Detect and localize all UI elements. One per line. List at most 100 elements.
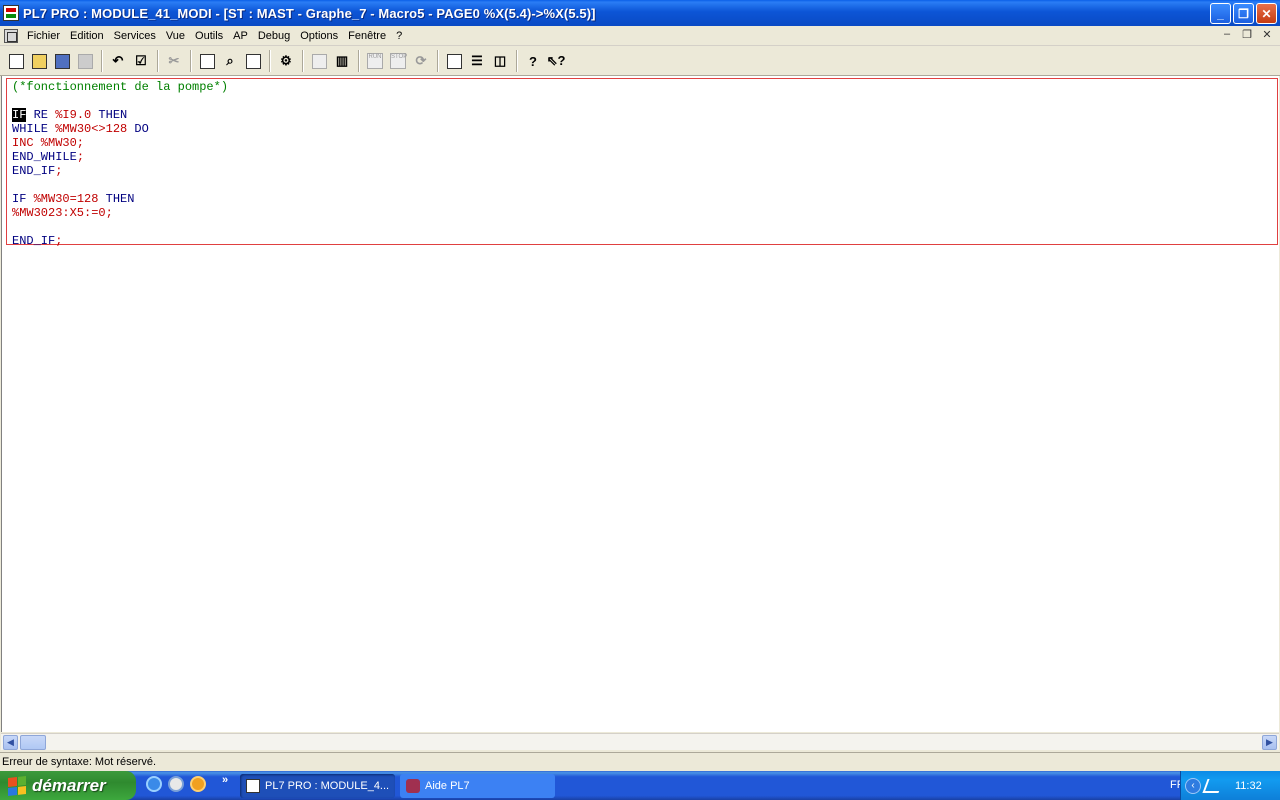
menu-bar: Fichier Edition Services Vue Outils AP D… [0,26,1280,46]
validate-check-icon: ☑ [135,53,147,68]
config-button[interactable]: ⚙ [275,50,297,72]
arrow-right-icon: ▶ [1266,737,1273,747]
st-editor[interactable]: (*fonctionnement de la pompe*) IF RE %I9.… [1,76,1279,732]
undo-icon: ↶ [112,53,124,68]
tray-expand-icon[interactable]: ‹ [1185,777,1201,794]
bars-button[interactable]: ▥ [331,50,353,72]
doc-restore-icon[interactable]: ❐ [1240,28,1254,41]
scroll-right-button[interactable]: ▶ [1262,735,1277,750]
tile-vertical-icon: ◫ [493,53,507,68]
code-token: THEN [91,108,128,122]
menu-vue[interactable]: Vue [161,30,190,42]
windows-flag-icon [8,775,26,796]
menu-options[interactable]: Options [295,30,343,42]
pl7-app-icon[interactable] [3,5,19,21]
menu-outils[interactable]: Outils [190,30,228,42]
code-token: INC %MW30; [12,136,85,150]
title-bar[interactable]: PL7 PRO : MODULE_41_MODI - [ST : MAST - … [0,0,1280,26]
code-line[interactable]: %MW3023:X5:=0; [12,206,113,220]
run-button[interactable]: RUN [364,50,386,72]
calculator-button[interactable] [196,50,218,72]
menu-ap[interactable]: AP [228,30,253,42]
validate-button[interactable]: ☑ [130,50,152,72]
toolbar-separator [437,50,439,72]
config-icon: ⚙ [280,53,292,68]
menu-help[interactable]: ? [391,30,407,42]
media-player-icon[interactable] [190,776,206,792]
toolbar-separator [358,50,360,72]
doc-minimize-icon[interactable]: ‒ [1220,28,1234,41]
menu-debug[interactable]: Debug [253,30,295,42]
print-icon [77,53,93,69]
tile-horizontal-icon: ☰ [471,53,483,68]
status-message: Erreur de syntaxe: Mot réservé. [2,756,157,768]
init-button[interactable]: ⟳ [410,50,432,72]
stop-button[interactable]: STOP [387,50,409,72]
binoculars-icon: ⌕ [226,53,234,68]
calculator-icon [199,53,215,69]
horizontal-scrollbar[interactable]: ◀ ▶ [1,733,1279,750]
tile-vertical-button[interactable]: ◫ [489,50,511,72]
taskbar: démarrer » PL7 PRO : MODULE_4... Aide PL… [0,771,1280,800]
open-folder-icon [31,53,47,69]
new-button[interactable] [5,50,27,72]
network-icon[interactable] [1202,778,1224,793]
code-line[interactable]: END_WHILE; [12,150,84,164]
close-button[interactable]: ✕ [1256,3,1277,24]
code-token: DO [127,122,149,136]
context-help-button[interactable]: ⇖? [545,50,567,72]
print-button[interactable] [74,50,96,72]
doc-close-icon[interactable]: ✕ [1260,28,1274,41]
code-line[interactable]: (*fonctionnement de la pompe*) [12,80,228,94]
code-line[interactable]: IF RE %I9.0 THEN [12,108,127,122]
window-controls: _ ❐ ✕ [1210,3,1277,24]
cut-button[interactable]: ✂ [163,50,185,72]
bars-icon: ▥ [335,53,349,68]
pl7-app-icon [246,779,260,793]
task-label: Aide PL7 [425,780,470,792]
taskbar-item-aide-pl7[interactable]: Aide PL7 [400,774,555,798]
search-button[interactable]: ⌕ [219,50,241,72]
code-line[interactable]: END_IF; [12,164,62,178]
connect-button[interactable] [308,50,330,72]
init-icon: ⟳ [415,53,427,68]
code-token: ; [76,150,85,164]
start-button[interactable]: démarrer [0,771,136,800]
system-tray: ‹ 11:32 [1180,771,1280,800]
internet-explorer-icon[interactable] [146,776,162,792]
menu-fichier[interactable]: Fichier [22,30,65,42]
tile-horizontal-button[interactable]: ☰ [466,50,488,72]
toolbar-separator [269,50,271,72]
save-button[interactable] [51,50,73,72]
code-token: END_IF [12,164,56,178]
quick-launch [146,776,206,792]
menu-fenetre[interactable]: Fenêtre [343,30,391,42]
window-list-button[interactable] [242,50,264,72]
restore-icon: ❐ [1238,6,1249,21]
cascade-button[interactable] [443,50,465,72]
window-title: PL7 PRO : MODULE_41_MODI - [ST : MAST - … [23,5,596,21]
code-line[interactable]: INC %MW30; [12,136,84,150]
minimize-button[interactable]: _ [1210,3,1231,24]
code-token: ; [55,164,63,178]
code-token: %MW30=128 [33,192,99,206]
help-button[interactable]: ? [522,50,544,72]
open-button[interactable] [28,50,50,72]
close-icon: ✕ [1261,6,1272,21]
quick-launch-more[interactable]: » [222,774,228,786]
undo-button[interactable]: ↶ [107,50,129,72]
scroll-left-button[interactable]: ◀ [3,735,18,750]
code-token: RE [26,108,56,122]
code-section[interactable]: (*fonctionnement de la pompe*) IF RE %I9.… [6,78,1278,248]
browser-icon[interactable] [168,776,184,792]
code-line[interactable]: END_IF; [12,234,62,248]
code-line[interactable]: WHILE %MW30<>128 DO [12,122,149,136]
scroll-thumb[interactable] [20,735,46,750]
document-icon[interactable] [4,28,18,43]
menu-services[interactable]: Services [109,30,161,42]
code-line[interactable]: IF %MW30=128 THEN [12,192,134,206]
menu-edition[interactable]: Edition [65,30,109,42]
toolbar-separator [157,50,159,72]
restore-button[interactable]: ❐ [1233,3,1254,24]
taskbar-item-pl7-pro[interactable]: PL7 PRO : MODULE_4... [240,774,395,798]
